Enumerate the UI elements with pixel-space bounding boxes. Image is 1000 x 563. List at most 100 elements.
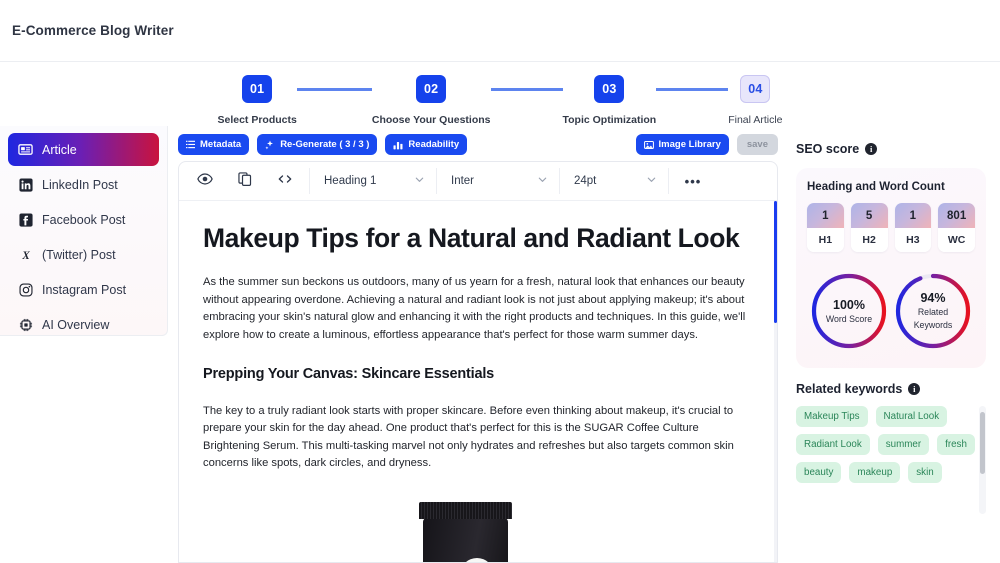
seo-score-card: Heading and Word Count 1 H1 5 H2 1 H3 80… bbox=[796, 168, 986, 368]
font-size-value: 24pt bbox=[574, 175, 597, 187]
editor-scrollbar-thumb[interactable] bbox=[774, 201, 777, 323]
tile-label: WC bbox=[938, 228, 975, 252]
article-icon bbox=[18, 142, 33, 157]
copy-icon bbox=[237, 171, 253, 192]
progress-stepper: 01 Select Products 02 Choose Your Questi… bbox=[0, 62, 1000, 126]
keyword-chip-list: Makeup Tips Natural Look Radiant Look summe… bbox=[796, 406, 976, 483]
keyword-chip[interactable]: Radiant Look bbox=[796, 434, 870, 455]
chip-ai-icon bbox=[18, 317, 33, 332]
sidebar-item-label: (Twitter) Post bbox=[42, 247, 116, 262]
keyword-chip[interactable]: summer bbox=[877, 434, 930, 455]
toolbar-divider bbox=[559, 168, 560, 194]
toolbar-divider bbox=[309, 168, 310, 194]
step-2-label: Choose Your Questions bbox=[371, 114, 491, 126]
copy-button[interactable] bbox=[225, 168, 265, 195]
eye-icon bbox=[197, 171, 213, 192]
sidebar-item-label: Instagram Post bbox=[42, 282, 127, 297]
keyword-chip[interactable]: Natural Look bbox=[875, 406, 948, 427]
keyword-chip[interactable]: fresh bbox=[937, 434, 975, 455]
format-toolbar: Heading 1 Inter 24pt ••• bbox=[179, 162, 777, 201]
keyword-chip[interactable]: Makeup Tips bbox=[796, 406, 868, 427]
step-connector-2 bbox=[490, 88, 563, 91]
font-size-select[interactable]: 24pt bbox=[564, 168, 664, 195]
tile-label: H1 bbox=[807, 228, 844, 252]
related-keywords-box: Makeup Tips Natural Look Radiant Look summe… bbox=[796, 406, 986, 514]
tube-cap bbox=[419, 502, 512, 520]
step-4[interactable]: 04 Final Article bbox=[728, 75, 783, 126]
page-title: E-Commerce Blog Writer bbox=[12, 23, 174, 38]
sidebar-item-label: Facebook Post bbox=[42, 212, 126, 227]
seo-panel: SEO score i Heading and Word Count 1 H1 … bbox=[788, 126, 1000, 563]
document-canvas[interactable]: Makeup Tips for a Natural and Radiant Lo… bbox=[179, 201, 777, 562]
heading-word-count-title: Heading and Word Count bbox=[807, 181, 945, 193]
code-view-button[interactable] bbox=[265, 168, 305, 195]
keyword-chip[interactable]: makeup bbox=[849, 462, 901, 483]
more-options-button[interactable]: ••• bbox=[673, 168, 713, 195]
info-icon[interactable]: i bbox=[908, 383, 921, 395]
tube-body bbox=[423, 518, 508, 562]
step-3[interactable]: 03 Topic Optimization bbox=[562, 75, 657, 126]
tile-h1: 1 H1 bbox=[807, 203, 844, 252]
tile-h3: 1 H3 bbox=[894, 203, 932, 252]
step-3-label: Topic Optimization bbox=[562, 114, 657, 126]
keywords-scrollbar-track[interactable] bbox=[979, 406, 986, 514]
ring-related-keywords: 94% Related Keywords bbox=[892, 270, 974, 352]
info-icon[interactable]: i bbox=[865, 143, 878, 155]
ring-label-2: Keywords bbox=[913, 320, 953, 330]
step-1[interactable]: 01 Select Products bbox=[217, 75, 297, 126]
step-3-number: 03 bbox=[594, 75, 625, 103]
tile-value: 5 bbox=[850, 203, 888, 228]
preview-button[interactable] bbox=[185, 168, 225, 195]
font-family-select[interactable]: Inter bbox=[441, 168, 555, 195]
document-image: S bbox=[203, 502, 751, 562]
chevron-down-icon bbox=[646, 174, 657, 188]
document-paragraph-1: As the summer sun beckons us outdoors, m… bbox=[203, 276, 746, 341]
list-icon bbox=[186, 140, 195, 149]
heading-count-tiles: 1 H1 5 H2 1 H3 801 WC bbox=[807, 203, 975, 252]
sidebar-item-label: Article bbox=[42, 142, 77, 157]
save-button[interactable]: save bbox=[736, 134, 778, 155]
keyword-chip[interactable]: beauty bbox=[796, 462, 842, 483]
toolbar-divider bbox=[668, 168, 669, 194]
step-4-label: Final Article bbox=[728, 114, 783, 126]
ring-label: Word Score bbox=[825, 313, 873, 324]
image-library-button[interactable]: Image Library bbox=[635, 134, 729, 155]
tile-label: H2 bbox=[850, 228, 888, 252]
step-connector-1 bbox=[296, 88, 372, 91]
sidebar-item-twitter-post[interactable]: X (Twitter) Post bbox=[8, 238, 159, 271]
ring-label: Related bbox=[917, 307, 949, 318]
related-keywords-title: Related keywords bbox=[796, 382, 903, 396]
sparkle-icon bbox=[265, 140, 275, 150]
sidebar-item-linkedin-post[interactable]: LinkedIn Post bbox=[8, 168, 159, 201]
sidebar-item-instagram-post[interactable]: Instagram Post bbox=[8, 273, 159, 306]
tile-h2: 5 H2 bbox=[850, 203, 888, 252]
tile-value: 1 bbox=[894, 203, 932, 228]
document-paragraph-2: The key to a truly radiant look starts w… bbox=[203, 404, 734, 469]
tile-value: 1 bbox=[807, 203, 844, 228]
block-style-select[interactable]: Heading 1 bbox=[314, 168, 432, 195]
bar-chart-icon bbox=[393, 140, 403, 150]
score-rings: 100% Word Score 94% Related Keywords bbox=[807, 270, 975, 352]
related-keywords-header: Related keywords i bbox=[796, 382, 986, 396]
keywords-scrollbar-thumb[interactable] bbox=[980, 412, 985, 474]
readability-button[interactable]: Readability bbox=[385, 134, 468, 155]
keyword-chip[interactable]: skin bbox=[908, 462, 942, 483]
sidebar-item-article[interactable]: Article bbox=[8, 133, 159, 166]
font-family-value: Inter bbox=[451, 175, 475, 187]
sidebar-item-label: AI Overview bbox=[42, 317, 110, 332]
step-1-label: Select Products bbox=[217, 114, 297, 126]
app-header: E-Commerce Blog Writer bbox=[0, 0, 1000, 62]
linkedin-icon bbox=[18, 177, 33, 192]
step-2[interactable]: 02 Choose Your Questions bbox=[372, 75, 491, 126]
ring-percent: 100% bbox=[833, 297, 865, 312]
ring-percent: 94% bbox=[920, 291, 946, 306]
sidebar-item-facebook-post[interactable]: Facebook Post bbox=[8, 203, 159, 236]
tile-wc: 801 WC bbox=[938, 203, 975, 252]
regenerate-button[interactable]: Re-Generate ( 3 / 3 ) bbox=[257, 134, 378, 155]
editor-frame: Heading 1 Inter 24pt ••• Makeup Tips for… bbox=[178, 161, 778, 563]
sidebar-item-ai-overview[interactable]: AI Overview bbox=[8, 308, 159, 341]
product-tube-illustration: S bbox=[401, 502, 553, 562]
ring-word-score: 100% Word Score bbox=[808, 270, 890, 352]
step-2-number: 02 bbox=[416, 75, 447, 103]
metadata-button[interactable]: Metadata bbox=[178, 134, 250, 155]
